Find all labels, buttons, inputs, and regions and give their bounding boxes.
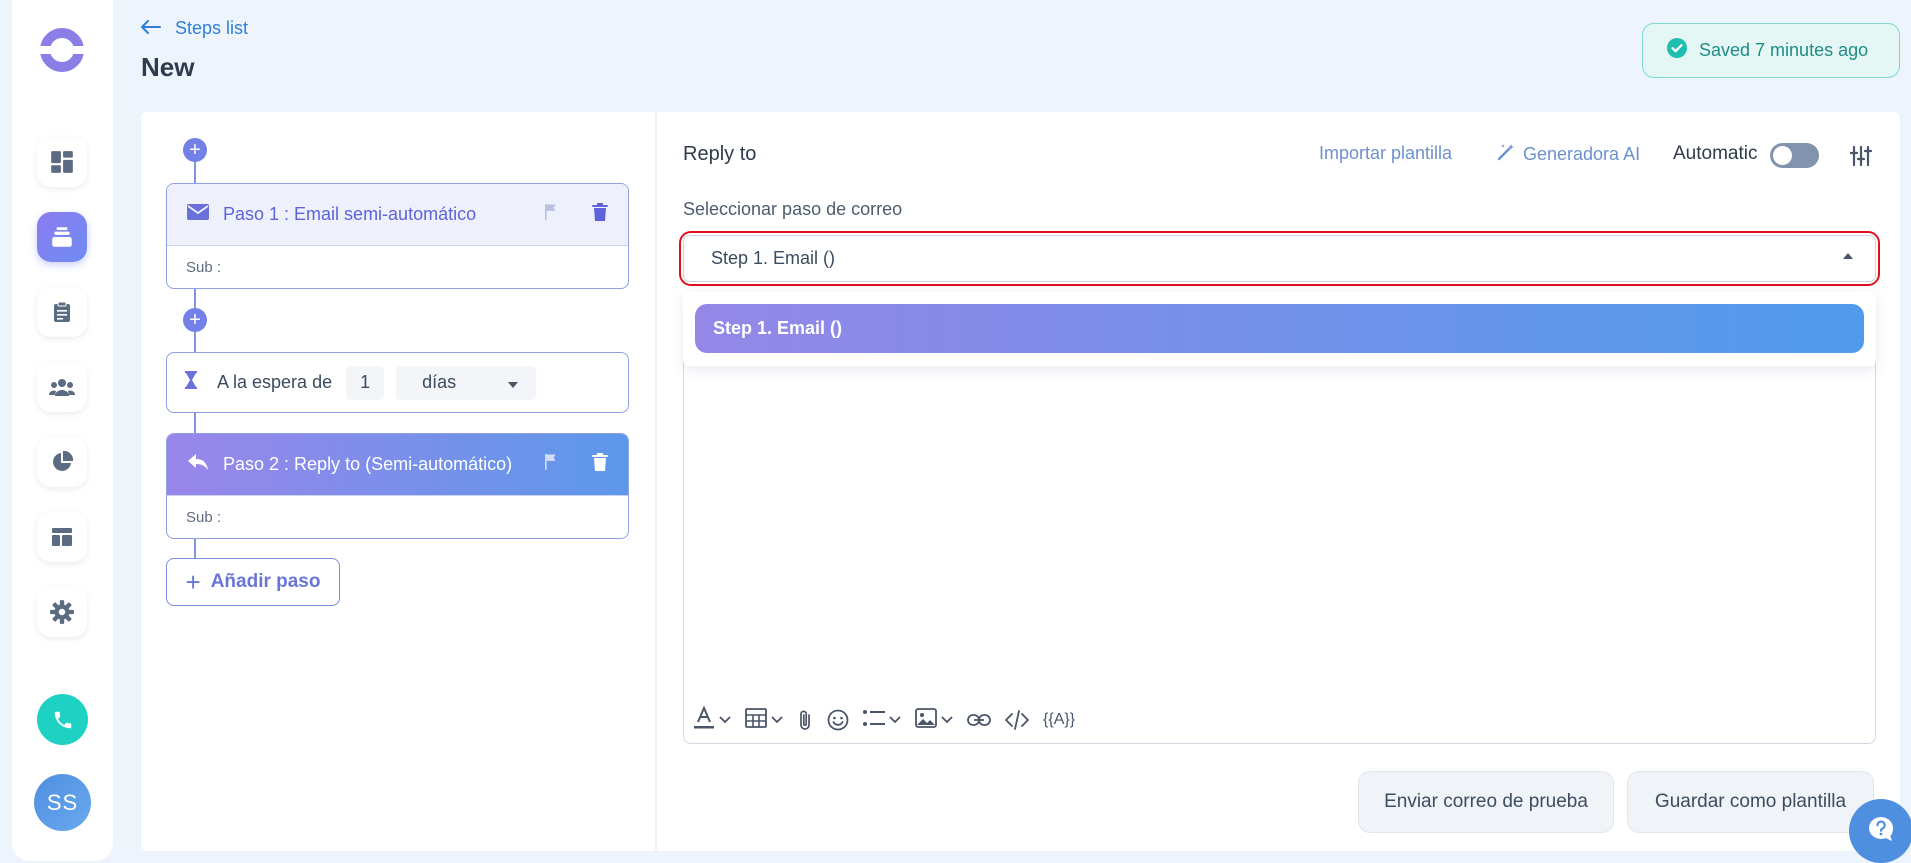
step-1-subject: Sub : (167, 245, 628, 288)
select-focus-highlight (679, 231, 1880, 286)
flag-icon[interactable] (544, 203, 558, 226)
users-icon[interactable] (37, 362, 87, 412)
reply-icon (187, 453, 209, 476)
send-test-email-button[interactable]: Enviar correo de prueba (1358, 771, 1614, 833)
step-1-title: Paso 1 : Email semi-automático (223, 204, 477, 224)
saved-status-badge: Saved 7 minutes ago (1642, 23, 1900, 78)
sequences-icon[interactable] (37, 212, 87, 262)
text-color-icon (693, 704, 715, 735)
flag-icon[interactable] (544, 453, 558, 476)
insert-step-plus-button[interactable]: + (183, 138, 207, 162)
chevron-down-icon (889, 711, 901, 729)
caret-down-icon (508, 372, 519, 393)
app-logo-icon[interactable] (38, 26, 86, 74)
image-button[interactable] (915, 707, 953, 733)
step-2-header[interactable]: Paso 2 : Reply to (Semi-automático) (167, 434, 628, 495)
back-to-steps-list-link[interactable]: Steps list (141, 16, 248, 40)
trash-icon[interactable] (592, 203, 608, 226)
automatic-label: Automatic (1673, 143, 1758, 164)
toggle-knob (1773, 146, 1792, 165)
arrow-left-icon (141, 18, 161, 39)
select-mail-step-label: Seleccionar paso de correo (683, 199, 903, 219)
wait-label: A la espera de (217, 372, 333, 392)
step-2-title: Paso 2 : Reply to (Semi-automático) (223, 454, 513, 474)
magic-wand-icon (1497, 143, 1515, 166)
wait-step-card[interactable]: A la espera de 1 días (166, 352, 629, 413)
image-icon (915, 707, 937, 733)
insert-step-plus-button[interactable]: + (183, 308, 207, 332)
automatic-toggle[interactable] (1770, 143, 1819, 168)
envelope-icon (187, 204, 209, 225)
sliders-settings-icon[interactable] (1849, 144, 1873, 168)
step-card-2[interactable]: Paso 2 : Reply to (Semi-automático) Sub … (166, 433, 629, 539)
page-title: New (141, 52, 195, 82)
connector-line (194, 286, 196, 308)
chat-question-icon (1866, 814, 1896, 849)
import-template-label: Importar plantilla (1319, 143, 1453, 163)
code-icon[interactable] (1005, 710, 1029, 730)
email-body-editor[interactable] (683, 342, 1876, 744)
editor-title: Reply to (683, 143, 757, 165)
dropdown-option[interactable]: Step 1. Email () (695, 304, 1864, 353)
hourglass-icon (185, 371, 197, 394)
connector-line (194, 536, 196, 558)
back-link-label: Steps list (175, 17, 249, 38)
insert-variable-button[interactable]: {{A}} (1043, 711, 1075, 729)
avatar[interactable]: SS (34, 774, 91, 831)
check-circle-icon (1667, 38, 1687, 63)
chevron-down-icon (771, 711, 783, 729)
step-card-1[interactable]: Paso 1 : Email semi-automático Sub : (166, 183, 629, 289)
dashboard-icon[interactable] (37, 137, 87, 187)
connector-line (194, 332, 196, 352)
wait-duration-input[interactable]: 1 (346, 365, 385, 400)
trash-icon[interactable] (592, 453, 608, 476)
connector-line (194, 162, 196, 183)
wait-unit-value: días (422, 372, 457, 392)
layout-icon[interactable] (37, 512, 87, 562)
list-button[interactable] (863, 709, 901, 732)
chevron-down-icon (941, 711, 953, 729)
table-button[interactable] (745, 707, 783, 733)
emoji-icon[interactable] (827, 709, 849, 731)
gear-icon[interactable] (37, 587, 87, 637)
step-1-header[interactable]: Paso 1 : Email semi-automático (167, 184, 628, 245)
connector-line (194, 413, 196, 433)
ai-generator-label: Generadora AI (1523, 144, 1641, 164)
ai-generator-link[interactable]: Generadora AI (1497, 143, 1640, 166)
help-chat-button[interactable] (1849, 799, 1911, 863)
link-icon[interactable] (967, 713, 991, 727)
text-color-button[interactable] (693, 704, 731, 735)
save-as-template-button[interactable]: Guardar como plantilla (1627, 771, 1874, 833)
plus-icon: + (185, 567, 201, 597)
wait-unit-select[interactable]: días (396, 365, 537, 400)
pie-chart-icon[interactable] (37, 437, 87, 487)
editor-toolbar: {{A}} (693, 703, 1075, 737)
bullet-list-icon (863, 709, 885, 732)
table-icon (745, 707, 767, 733)
phone-icon[interactable] (37, 694, 88, 745)
chevron-down-icon (719, 711, 731, 729)
clipboard-icon[interactable] (37, 287, 87, 337)
mail-step-dropdown: Step 1. Email () (683, 292, 1876, 366)
step-2-subject: Sub : (167, 495, 628, 538)
add-step-label: Añadir paso (210, 571, 321, 592)
attachment-icon[interactable] (797, 709, 813, 731)
import-template-link[interactable]: Importar plantilla (1319, 143, 1452, 164)
add-step-button[interactable]: + Añadir paso (166, 558, 340, 606)
saved-status-text: Saved 7 minutes ago (1699, 40, 1869, 60)
